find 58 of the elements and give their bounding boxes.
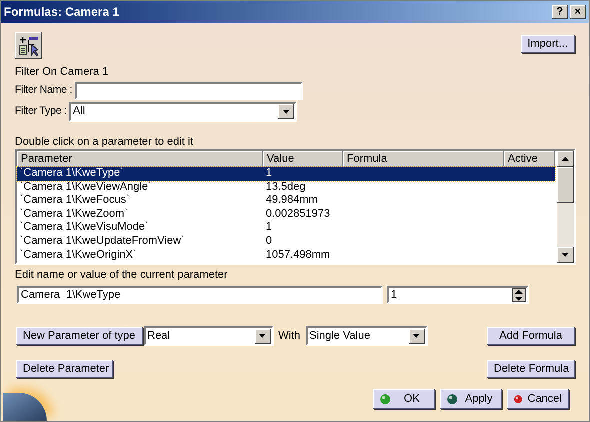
table-cell-text: `Camera 1\KweViewAngle` xyxy=(19,180,153,194)
add-formula-button[interactable]: Add Formula xyxy=(487,327,575,345)
table-hint: Double click on a parameter to edit it xyxy=(15,135,194,149)
ball-icon xyxy=(447,394,458,404)
filter-on-label: Filter On Camera 1 xyxy=(15,65,109,79)
with-label: With xyxy=(278,328,300,344)
delete-formula-button[interactable]: Delete Formula xyxy=(487,360,575,378)
spinner-icon[interactable] xyxy=(512,288,526,302)
column-header[interactable]: Value xyxy=(263,151,343,167)
table-cell-text: `Camera 1\KweVisuMode` xyxy=(19,221,150,235)
column-header[interactable]: Parameter xyxy=(17,151,263,167)
table-cell-text: `Camera 1\KweZoom` xyxy=(19,208,130,222)
table-cell-text: 13.5deg xyxy=(265,180,307,194)
new-parameter-button[interactable]: New Parameter of type xyxy=(16,327,142,345)
table-cell-text: `Camera 1\KweFocus` xyxy=(19,194,132,208)
ball-icon xyxy=(514,394,523,404)
scroll-thumb[interactable] xyxy=(557,167,574,203)
value-kind-dropdown[interactable]: Single Value xyxy=(306,326,428,346)
column-header[interactable]: Active xyxy=(504,151,555,167)
table-cell-text: 0.002851973 xyxy=(265,208,332,222)
filter-label: Filter Name : xyxy=(15,82,72,98)
table-row[interactable]: `Camera 1\KweViewAngle` 13.5deg xyxy=(17,180,555,194)
filter-label: Filter Type : xyxy=(15,104,68,119)
table-cell-text: 0 xyxy=(265,234,274,249)
table-row[interactable]: `Camera 1\KweVisuMode` 1 xyxy=(17,221,555,235)
parameter-type-dropdown[interactable]: Real xyxy=(144,326,274,346)
table-cell-text: 1 xyxy=(265,221,274,235)
window-title: Formulas: Camera 1 xyxy=(4,4,120,21)
filter-type-dropdown[interactable]: All xyxy=(69,102,298,122)
table-cell-text: `Camera 1\KweType` xyxy=(19,167,125,181)
name-field[interactable]: Camera 1\KweType xyxy=(17,286,383,304)
delete-parameter-button[interactable]: Delete Parameter xyxy=(16,360,113,378)
formula-tool-icon[interactable] xyxy=(15,32,42,59)
table-cell-text: 1 xyxy=(265,167,274,181)
help-button[interactable]: ? xyxy=(552,5,568,19)
scrollbar[interactable] xyxy=(557,151,574,263)
ball-icon xyxy=(380,394,391,404)
import-button[interactable]: Import... xyxy=(520,35,575,53)
apply-button[interactable]: Apply xyxy=(440,389,502,409)
table-row[interactable]: `Camera 1\KweUpdateFromView` 0 xyxy=(17,234,555,249)
close-button[interactable]: × xyxy=(570,5,586,19)
ok-button[interactable]: OK xyxy=(373,389,435,409)
table-row[interactable]: `Camera 1\KweOriginX` 1057.498mm xyxy=(17,248,555,262)
table-row[interactable]: `Camera 1\KweFocus` 49.984mm xyxy=(17,194,555,208)
edit-label: Edit name or value of the current parameter xyxy=(15,268,228,282)
table-row[interactable]: `Camera 1\KweType` 1 xyxy=(17,167,555,181)
table-cell-text: `Camera 1\KweUpdateFromView` xyxy=(19,234,186,249)
cancel-button[interactable]: Cancel xyxy=(507,389,569,409)
table-cell-text: 1057.498mm xyxy=(265,248,332,262)
scroll-down-icon[interactable] xyxy=(557,247,574,263)
table-cell-text: 49.984mm xyxy=(265,194,319,208)
value-spin-field[interactable]: 1 xyxy=(387,286,529,304)
column-header[interactable]: Formula xyxy=(343,151,504,167)
corner-logo-drawing xyxy=(3,393,47,421)
filter-name-field[interactable] xyxy=(74,82,302,100)
table-row[interactable]: `Camera 1\KweZoom` 0.002851973 xyxy=(17,208,555,222)
table-cell-text: `Camera 1\KweOriginX` xyxy=(19,248,138,262)
scroll-up-icon[interactable] xyxy=(557,151,574,167)
